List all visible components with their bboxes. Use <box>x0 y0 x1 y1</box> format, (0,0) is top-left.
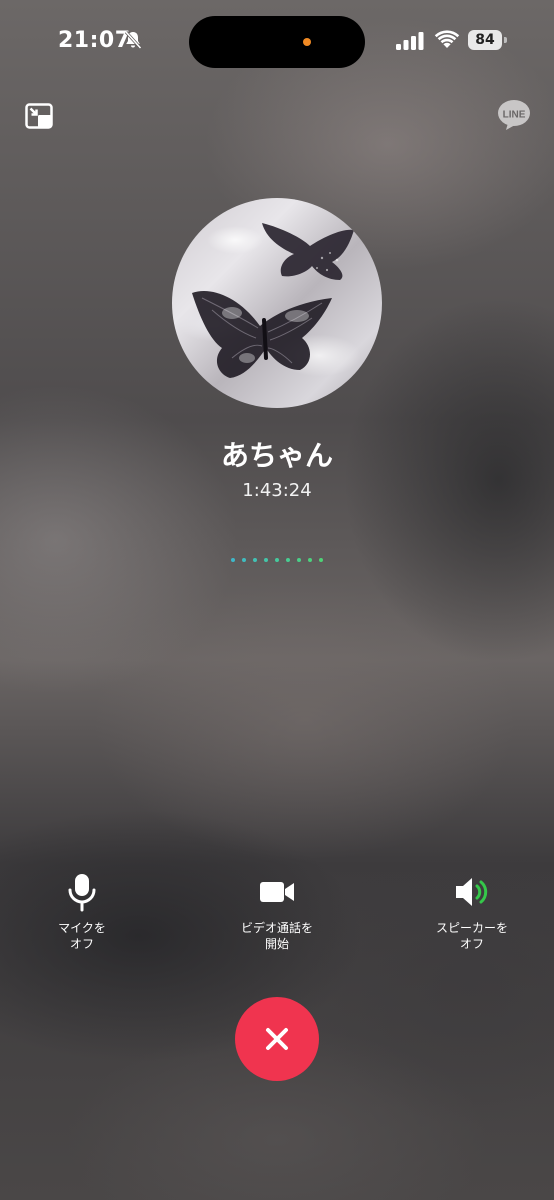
video-label-line2: 開始 <box>264 937 289 951</box>
caller-avatar <box>172 198 382 408</box>
voice-activity-indicator <box>231 558 327 564</box>
end-call-button[interactable] <box>235 997 319 1081</box>
signal-icon <box>396 32 424 50</box>
voice-dot <box>231 558 235 562</box>
butterfly-image <box>192 223 354 378</box>
line-logo-text: LINE <box>503 110 526 121</box>
mic-label-line2: オフ <box>69 937 94 951</box>
wifi-icon <box>434 30 460 48</box>
voice-dot <box>286 558 290 562</box>
speaker-label-line2: オフ <box>459 937 484 951</box>
mute-mic-button[interactable]: マイクを オフ <box>22 872 142 952</box>
speaker-label-line1: スピーカーを <box>435 921 508 935</box>
speaker-toggle-button[interactable]: スピーカーを オフ <box>412 872 532 952</box>
voice-dot <box>297 558 301 562</box>
mic-label-line1: マイクを <box>58 921 106 935</box>
video-label-line1: ビデオ通話を <box>240 921 313 935</box>
close-icon <box>266 1028 288 1050</box>
voice-dot <box>242 558 246 562</box>
battery-level: 84 <box>468 30 502 50</box>
picture-in-picture-icon[interactable] <box>25 103 53 129</box>
status-time: 21:07 <box>58 28 131 53</box>
mic-in-use-indicator <box>303 38 311 46</box>
video-camera-icon <box>260 882 294 902</box>
battery-icon: 84 <box>468 30 508 50</box>
voice-dot <box>253 558 257 562</box>
line-logo-icon: LINE <box>497 99 531 131</box>
voice-dot <box>275 558 279 562</box>
dynamic-island <box>189 16 365 68</box>
bell-slash-icon <box>124 30 142 50</box>
speaker-icon <box>456 878 488 906</box>
start-video-button[interactable]: ビデオ通話を 開始 <box>217 872 337 952</box>
voice-dot <box>264 558 268 562</box>
status-bar: 21:07 84 <box>0 0 554 80</box>
microphone-icon <box>68 874 96 912</box>
caller-name: あちゃん <box>220 439 333 472</box>
voice-dot <box>308 558 312 562</box>
voice-dot <box>319 558 323 562</box>
call-duration: 1:43:24 <box>242 480 312 501</box>
